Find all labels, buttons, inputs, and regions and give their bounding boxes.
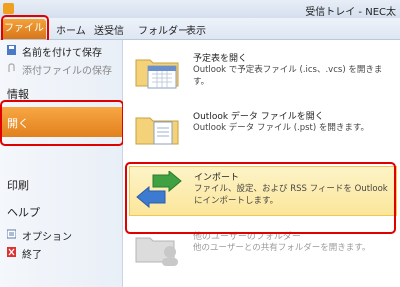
backstage-sidebar: 名前を付けて保存 添付ファイルの保存 情報 印刷 ヘルプ オプション 終了 <box>0 40 123 287</box>
calendar-folder-icon <box>135 59 179 89</box>
ribbon-tab-bar: ファイル ホーム 送受信 フォルダー 表示 <box>0 18 400 40</box>
sidebar-item-label: 名前を付けて保存 <box>22 48 102 59</box>
sidebar-item-label: オプション <box>22 232 72 243</box>
sidebar-item-save-as[interactable]: 名前を付けて保存 <box>0 44 122 59</box>
data-file-folder-icon <box>135 117 179 145</box>
sidebar-item-help[interactable]: ヘルプ <box>7 204 40 220</box>
action-open-data-file[interactable]: Outlook データ ファイルを開く Outlook データ ファイル (.p… <box>129 106 395 154</box>
sidebar-item-label: 終了 <box>22 250 42 261</box>
tab-view[interactable]: 表示 <box>186 22 206 37</box>
action-title: Outlook データ ファイルを開く <box>193 112 324 122</box>
action-description: Outlook データ ファイル (.pst) を開きます。 <box>193 123 370 133</box>
sidebar-item-save-attachments[interactable]: 添付ファイルの保存 <box>0 62 122 77</box>
save-as-icon <box>7 45 16 55</box>
tab-home[interactable]: ホーム <box>56 22 86 37</box>
tab-send-receive[interactable]: 送受信 <box>94 22 124 37</box>
options-icon <box>7 229 16 239</box>
tab-folder[interactable]: フォルダー <box>138 22 188 37</box>
sidebar-item-options[interactable]: オプション <box>0 228 122 243</box>
import-highlight <box>125 162 396 234</box>
action-title: 予定表を開く <box>193 54 248 64</box>
action-description: 他のユーザーとの共有フォルダーを開きます。 <box>193 243 371 253</box>
attachment-icon <box>8 63 15 72</box>
action-description: Outlook で予定表ファイル (.ics、.vcs) を開きます。 <box>193 65 383 87</box>
title-bar: 受信トレイ - NEC太 <box>0 0 400 18</box>
shared-folder-icon <box>135 237 178 266</box>
outlook-app-icon <box>3 3 14 14</box>
window-title: 受信トレイ - NEC太 <box>305 7 396 18</box>
action-open-calendar[interactable]: 予定表を開く Outlook で予定表ファイル (.ics、.vcs) を開きま… <box>129 48 395 96</box>
open-item-highlight <box>0 100 124 146</box>
sidebar-item-label: 添付ファイルの保存 <box>22 66 112 77</box>
sidebar-item-print[interactable]: 印刷 <box>7 177 29 193</box>
sidebar-item-exit[interactable]: 終了 <box>0 246 122 261</box>
exit-icon <box>7 247 16 257</box>
